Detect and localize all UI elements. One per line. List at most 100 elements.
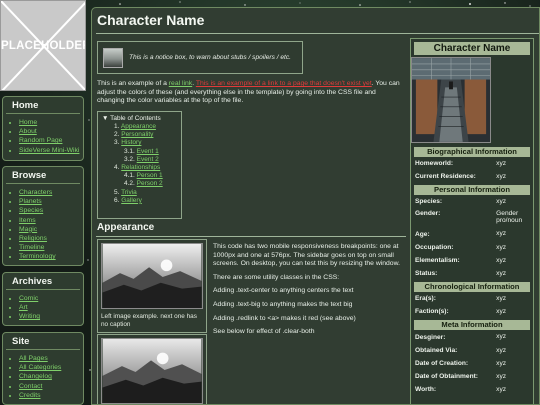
toc-link-trivia[interactable]: Trivia xyxy=(121,189,137,196)
infobox-row: Desginer: xyz xyxy=(411,330,533,344)
sidebar-link-home[interactable]: Home xyxy=(19,119,37,126)
notice-thumbnail xyxy=(103,47,123,68)
toc-number: 4.1. xyxy=(124,172,135,180)
sidebar-link-about[interactable]: About xyxy=(19,128,37,135)
notice-box: This is a notice box, to warn about stub… xyxy=(97,41,303,74)
infobox-row: Homeworld: xyz xyxy=(411,157,533,170)
toc-link-gallery[interactable]: Gallery xyxy=(121,197,142,204)
panel-title: Archives xyxy=(6,273,80,290)
page-title: Character Name xyxy=(97,12,205,28)
figure-caption: Left image example. next one has no capt… xyxy=(101,313,197,328)
sidebar-link-changelog[interactable]: Changelog xyxy=(19,373,52,380)
notice-text: This is a notice box, to warn about stub… xyxy=(129,54,291,61)
infobox-row: Faction(s): xyz xyxy=(411,305,533,318)
infobox-key: Worth: xyxy=(415,386,437,393)
title-divider xyxy=(96,33,539,34)
mountain-landscape-image[interactable] xyxy=(101,338,203,404)
toc-item[interactable]: 1. Appearance xyxy=(102,123,177,131)
toc-item[interactable]: 3. History xyxy=(102,139,177,147)
infobox-row: Occupation: xyz xyxy=(411,241,533,254)
figure-left-image: Left image example. next one has no capt… xyxy=(97,239,207,333)
sidebar-link-timeline[interactable]: Timeline xyxy=(19,244,44,251)
toc-number: 2. xyxy=(114,131,120,139)
infobox-row: Current Residence: xyz xyxy=(411,170,533,183)
toc-item[interactable]: 5. Trivia xyxy=(102,189,177,197)
site-logo-placeholder[interactable]: PLACEHOLDER xyxy=(0,0,86,91)
infobox-heading: Chronological Information xyxy=(414,282,530,292)
paragraph: Adding .redlink to <a> makes it red (see… xyxy=(213,314,356,322)
infobox-heading: Personal Information xyxy=(414,185,530,195)
toc-item[interactable]: 3.1. Event 1 xyxy=(102,148,177,156)
sidebar-link-religions[interactable]: Religions xyxy=(19,235,47,242)
infobox-row: Status: xyz xyxy=(411,267,533,280)
infobox-heading: Biographical Information xyxy=(414,147,530,157)
infobox-value: Gender pro/noun xyxy=(496,210,523,225)
sidebar-panel-site: Site All Pages All Categories Changelog … xyxy=(2,332,84,405)
toc-item[interactable]: 2. Personality xyxy=(102,131,177,139)
infobox-key: Gender: xyxy=(415,210,441,217)
toc-link-event-1[interactable]: Event 1 xyxy=(137,148,159,155)
sidebar-link-comic[interactable]: Comic xyxy=(19,295,38,302)
sidebar-link-planets[interactable]: Planets xyxy=(19,198,42,205)
infobox-value: xyz xyxy=(496,346,507,354)
infobox-key: Homeworld: xyxy=(415,160,454,167)
infobox-value: xyz xyxy=(496,159,507,167)
sidebar-link-species[interactable]: Species xyxy=(19,207,43,214)
red-link[interactable]: This is an example of a link to a page t… xyxy=(196,80,372,87)
sidebar-link-random-page[interactable]: Random Page xyxy=(19,137,62,144)
infobox-key: Obtained Via: xyxy=(415,347,458,354)
sidebar-link-all-categories[interactable]: All Categories xyxy=(19,364,61,371)
infobox-key: Era(s): xyxy=(415,295,436,302)
sidebar-link-all-pages[interactable]: All Pages xyxy=(19,355,48,362)
toc-item[interactable]: 3.2. Event 2 xyxy=(102,156,177,164)
paragraph: Adding .text-big to anything makes the t… xyxy=(213,300,353,308)
panel-title: Site xyxy=(6,333,80,350)
sidebar-link-characters[interactable]: Characters xyxy=(19,189,52,196)
infobox-heading: Meta Information xyxy=(414,320,530,330)
infobox-title: Character Name xyxy=(414,42,530,55)
sidebar-link-items[interactable]: Items xyxy=(19,217,36,224)
sidebar-link-mini-wiki[interactable]: SideVerse Mini-Wiki xyxy=(19,147,79,154)
logo-text: PLACEHOLDER xyxy=(1,40,86,52)
infobox-key: Age: xyxy=(415,230,430,238)
infobox-value: xyz xyxy=(496,385,507,393)
sidebar-link-contact[interactable]: Contact xyxy=(19,383,42,390)
sidebar-link-art[interactable]: Art xyxy=(19,304,28,311)
toc-item[interactable]: 4. Relationships xyxy=(102,164,177,172)
table-of-contents: ▼ Table of Contents 1. Appearance 2. Per… xyxy=(97,111,182,219)
sidebar-link-magic[interactable]: Magic xyxy=(19,226,37,233)
infobox-value: xyz xyxy=(496,243,507,251)
infobox-value: xyz xyxy=(496,359,507,367)
toc-item[interactable]: 4.1. Person 1 xyxy=(102,172,177,180)
toc-link-history[interactable]: History xyxy=(121,139,141,146)
infobox-key: Species: xyxy=(415,198,443,205)
infobox-value: xyz xyxy=(496,269,507,277)
paragraph: See below for effect of .clear-both xyxy=(213,328,315,336)
infobox-row: Age: xyz xyxy=(411,227,533,241)
toc-link-relationships[interactable]: Relationships xyxy=(121,164,160,171)
sidebar-link-credits[interactable]: Credits xyxy=(19,392,41,399)
infobox-row: Species: xyz xyxy=(411,195,533,208)
toc-item[interactable]: 6. Gallery xyxy=(102,197,177,205)
toc-toggle[interactable]: ▼ Table of Contents xyxy=(102,115,177,122)
character-portrait-image[interactable] xyxy=(411,57,491,143)
infobox-value: xyz xyxy=(496,333,507,341)
sidebar-link-writing[interactable]: Writing xyxy=(19,313,40,320)
toc-number: 3.1. xyxy=(124,147,135,155)
sidebar: PLACEHOLDER Home Home About Random Page … xyxy=(0,0,86,405)
toc-link-event-2[interactable]: Event 2 xyxy=(137,156,159,163)
toc-link-personality[interactable]: Personality xyxy=(121,131,153,138)
main-content: Character Name This is a notice box, to … xyxy=(91,7,540,405)
toc-link-appearance[interactable]: Appearance xyxy=(121,123,156,130)
toc-link-person-1[interactable]: Person 1 xyxy=(137,172,163,179)
infobox-value: xyz xyxy=(496,372,507,380)
infobox-key: Elementalism: xyxy=(415,257,460,264)
infobox-row: Date of Creation: xyz xyxy=(411,357,533,370)
infobox-row: Elementalism: xyz xyxy=(411,254,533,267)
mountain-landscape-image[interactable] xyxy=(101,243,203,309)
infobox-row: Date of Obtainment: xyz xyxy=(411,370,533,383)
toc-item[interactable]: 4.2. Person 2 xyxy=(102,180,177,188)
sidebar-link-terminology[interactable]: Terminology xyxy=(19,253,56,260)
real-link[interactable]: real link xyxy=(169,80,192,87)
toc-link-person-2[interactable]: Person 2 xyxy=(137,180,163,187)
